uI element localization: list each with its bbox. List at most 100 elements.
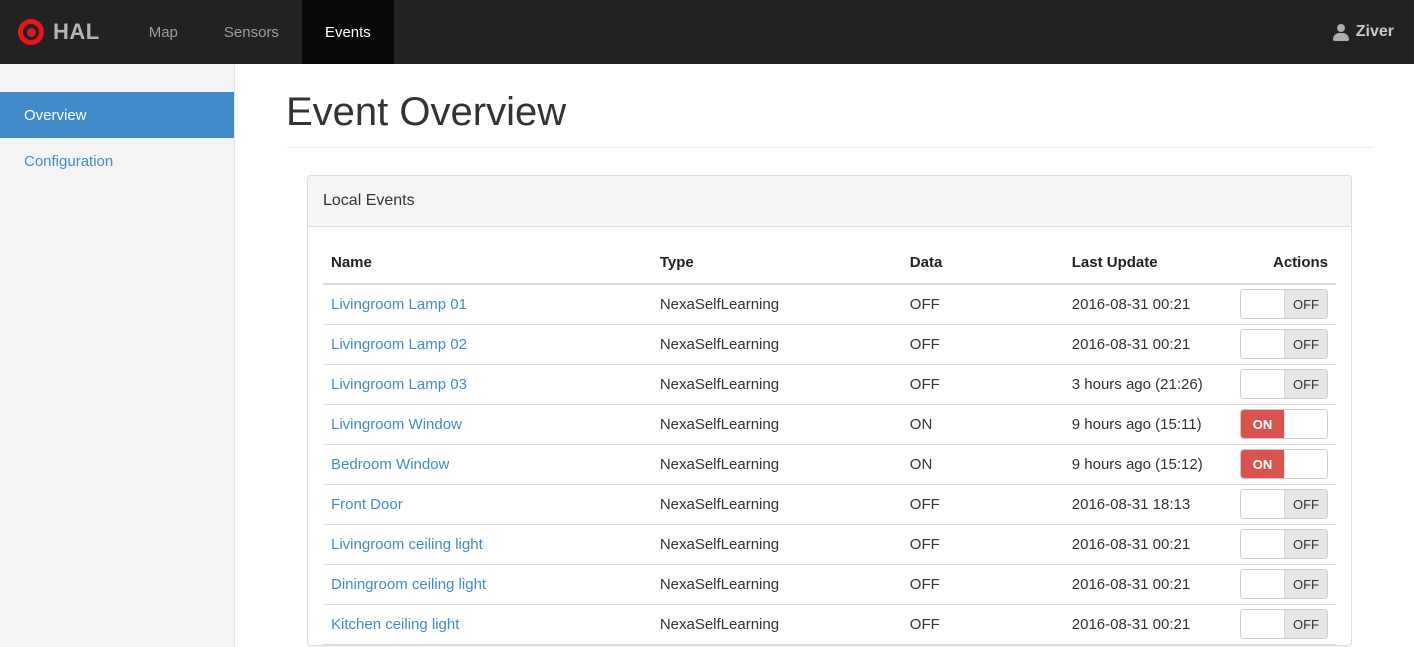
table-row: Front Door NexaSelfLearning OFF 2016-08-… [323,484,1336,525]
event-toggle-switch[interactable]: OFF [1240,289,1328,320]
event-type: NexaSelfLearning [651,324,902,365]
table-row: Livingroom ceiling light NexaSelfLearnin… [323,524,1336,565]
event-data: OFF [901,524,1064,565]
event-name-link[interactable]: Livingroom Lamp 03 [331,376,467,393]
table-row: Bedroom Window NexaSelfLearning ON 9 hou… [323,444,1336,485]
event-last-update: 2016-08-31 00:21 [1063,284,1232,325]
event-data: OFF [901,284,1064,325]
toggle-on-label [1241,610,1284,638]
event-last-update: 9 hours ago (15:12) [1063,444,1232,485]
event-name-link[interactable]: Livingroom ceiling light [331,536,483,553]
event-toggle-switch[interactable]: OFF [1240,569,1328,599]
event-last-update: 2016-08-31 00:21 [1063,564,1232,605]
navbar-menu: Map Sensors Events [126,0,394,64]
event-data: OFF [901,604,1064,645]
brand-text: HAL [53,19,100,44]
toggle-on-label [1241,570,1284,598]
page-title: Event Overview [286,90,567,134]
event-type: NexaSelfLearning [651,444,902,485]
event-last-update: 3 hours ago (21:26) [1063,364,1232,405]
sidebar: Overview Configuration [0,64,235,647]
event-toggle-switch[interactable]: OFF [1240,529,1328,559]
main-content: Event Overview Local Events Name Type Da… [235,64,1414,647]
nav-item-events[interactable]: Events [301,0,394,64]
event-toggle-switch[interactable]: ON [1240,449,1328,479]
toggle-on-label: ON [1241,450,1284,478]
table-row: Livingroom Lamp 02 NexaSelfLearning OFF … [323,324,1336,365]
event-last-update: 9 hours ago (15:11) [1063,404,1232,445]
event-toggle-switch[interactable]: OFF [1240,609,1328,639]
event-name-link[interactable]: Kitchen ceiling light [331,616,459,633]
user-menu[interactable]: Ziver [1332,0,1414,64]
page-header: Event Overview [286,90,1373,148]
event-toggle-switch[interactable]: OFF [1240,369,1328,399]
brand[interactable]: HAL [0,0,126,64]
toggle-off-label: OFF [1284,490,1327,518]
event-name-link[interactable]: Front Door [331,496,403,513]
event-name-link[interactable]: Diningroom ceiling light [331,576,486,593]
nav-item-map[interactable]: Map [126,0,201,64]
toggle-off-label: OFF [1284,570,1327,598]
top-navbar: HAL Map Sensors Events Ziver [0,0,1414,64]
event-name-link[interactable]: Livingroom Lamp 02 [331,336,467,353]
event-data: OFF [901,484,1064,525]
event-type: NexaSelfLearning [651,524,902,565]
event-type: NexaSelfLearning [651,404,902,445]
column-header-type: Type [651,242,902,285]
toggle-off-label: OFF [1284,530,1327,558]
user-icon [1332,23,1349,41]
column-header-data: Data [901,242,1064,285]
toggle-off-label: OFF [1284,330,1327,358]
event-type: NexaSelfLearning [651,284,902,325]
hal-logo-icon [18,19,44,45]
event-last-update: 2016-08-31 00:21 [1063,524,1232,565]
event-type: NexaSelfLearning [651,484,902,525]
table-row: Kitchen ceiling light NexaSelfLearning O… [323,604,1336,645]
event-data: OFF [901,364,1064,405]
event-type: NexaSelfLearning [651,604,902,645]
toggle-off-label [1284,450,1327,478]
events-table-body: Livingroom Lamp 01 NexaSelfLearning OFF … [323,284,1336,645]
toggle-on-label [1241,530,1284,558]
table-header-row: Name Type Data Last Update Actions [323,242,1336,285]
event-last-update: 2016-08-31 00:21 [1063,604,1232,645]
toggle-on-label [1241,490,1284,518]
event-data: ON [901,444,1064,485]
column-header-actions: Actions [1231,242,1336,285]
event-name-link[interactable]: Livingroom Lamp 01 [331,296,467,313]
event-data: OFF [901,324,1064,365]
toggle-on-label [1241,290,1284,319]
column-header-last-update: Last Update [1063,242,1232,285]
table-row: Livingroom Window NexaSelfLearning ON 9 … [323,404,1336,445]
event-type: NexaSelfLearning [651,364,902,405]
event-name-link[interactable]: Livingroom Window [331,416,462,433]
toggle-off-label: OFF [1284,290,1327,319]
user-name: Ziver [1355,23,1394,40]
toggle-on-label [1241,370,1284,398]
toggle-off-label: OFF [1284,610,1327,638]
event-toggle-switch[interactable]: ON [1240,409,1328,439]
local-events-panel: Local Events Name Type Data Last Update … [307,175,1352,646]
sidebar-item-configuration[interactable]: Configuration [0,138,234,184]
event-toggle-switch[interactable]: OFF [1240,489,1328,519]
event-data: OFF [901,564,1064,605]
event-type: NexaSelfLearning [651,564,902,605]
event-name-link[interactable]: Bedroom Window [331,456,449,473]
toggle-off-label: OFF [1284,370,1327,398]
table-row: Livingroom Lamp 03 NexaSelfLearning OFF … [323,364,1336,405]
navbar-spacer [394,0,1333,64]
sidebar-item-overview[interactable]: Overview [0,92,234,138]
table-row: Diningroom ceiling light NexaSelfLearnin… [323,564,1336,605]
event-toggle-switch[interactable]: OFF [1240,329,1328,359]
toggle-on-label: ON [1241,410,1284,438]
event-data: ON [901,404,1064,445]
column-header-name: Name [323,242,652,285]
panel-title: Local Events [308,176,1351,227]
table-row: Livingroom Lamp 01 NexaSelfLearning OFF … [323,284,1336,325]
events-table: Name Type Data Last Update Actions Livin… [323,242,1336,645]
event-last-update: 2016-08-31 18:13 [1063,484,1232,525]
toggle-off-label [1284,410,1327,438]
panel-body: Name Type Data Last Update Actions Livin… [308,242,1351,645]
nav-item-sensors[interactable]: Sensors [201,0,302,64]
toggle-on-label [1241,330,1284,358]
